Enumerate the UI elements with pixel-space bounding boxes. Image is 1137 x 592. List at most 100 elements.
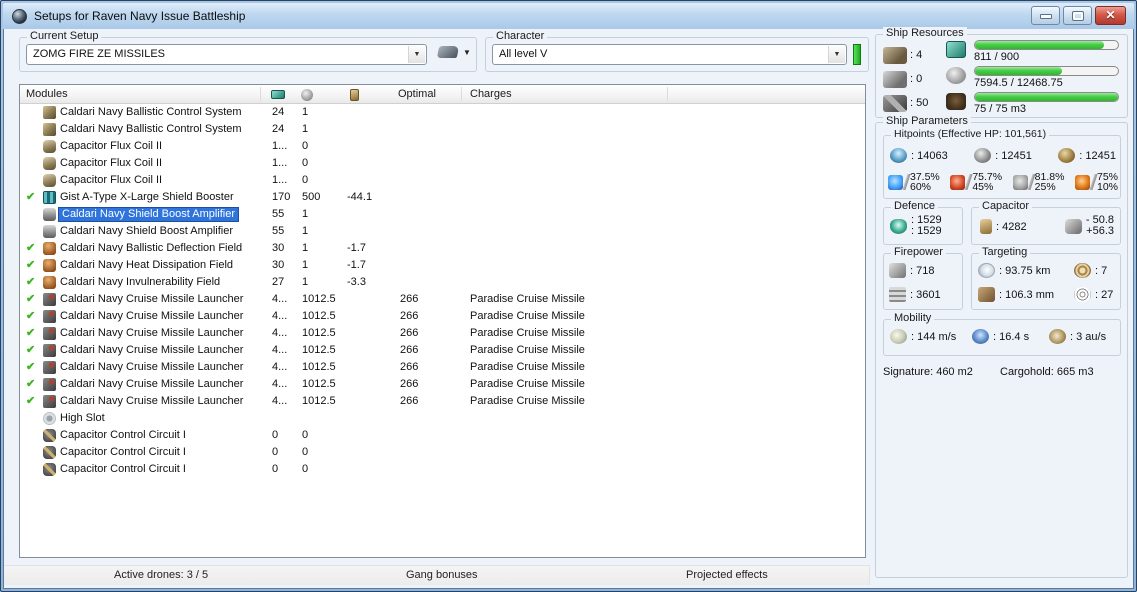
module-row[interactable]: ✔ Caldari Navy Cruise Missile Launcher 4..… <box>20 308 865 325</box>
module-row[interactable]: Capacitor Flux Coil II 1... 0 <box>20 155 865 172</box>
warp-speed-icon <box>1049 329 1066 344</box>
column-header-optimal[interactable]: Optimal <box>398 85 436 103</box>
close-icon: ✕ <box>1105 8 1116 22</box>
projected-effects-status[interactable]: Projected effects <box>686 569 768 581</box>
amplifier-module-icon <box>43 225 56 238</box>
module-row[interactable]: Capacitor Control Circuit I 0 0 <box>20 444 865 461</box>
modules-table[interactable]: Modules Optimal Charges Caldari Navy Bal… <box>19 84 866 558</box>
status-bar: Active drones: 3 / 5 Gang bonuses Projec… <box>4 565 870 585</box>
module-name: Caldari Navy Shield Boost Amplifier <box>58 207 240 222</box>
current-setup-label: Current Setup <box>27 30 102 42</box>
launcher-hardpoints-value: : 0 <box>910 73 923 85</box>
defence-shield-icon <box>890 218 907 234</box>
em-resist: 37.5% 60% <box>888 172 940 192</box>
cpu-icon[interactable] <box>271 90 285 99</box>
ship-resources-title: Ship Resources <box>883 27 967 39</box>
capacitor-recharge-icon <box>1064 218 1082 234</box>
column-divider[interactable] <box>667 87 668 101</box>
gang-bonuses-status[interactable]: Gang bonuses <box>406 569 478 581</box>
module-powergrid: 1 <box>302 225 309 237</box>
dronebay-bar-fill <box>975 93 1118 101</box>
launcher-module-icon <box>43 395 56 408</box>
column-header-modules[interactable]: Modules <box>26 85 68 103</box>
max-targets-icon <box>1074 263 1091 278</box>
launcher-module-icon <box>43 327 56 340</box>
warp-speed-value: : 3 au/s <box>1070 330 1107 343</box>
module-powergrid: 0 <box>302 140 309 152</box>
targeting-title: Targeting <box>979 246 1031 258</box>
hitpoints-title: Hitpoints (Effective HP: 101,561) <box>891 128 1050 140</box>
module-powergrid: 1012.5 <box>302 395 336 407</box>
module-name: Caldari Navy Shield Boost Amplifier <box>60 225 234 237</box>
ship-icon <box>436 46 460 58</box>
ship-menu-button[interactable]: ▼ <box>436 46 471 58</box>
column-divider[interactable] <box>260 87 261 101</box>
active-check-icon: ✔ <box>26 293 36 305</box>
active-check-icon: ✔ <box>26 310 36 322</box>
module-cpu: 0 <box>272 446 279 458</box>
modules-header[interactable]: Modules Optimal Charges <box>20 85 865 104</box>
defence-title: Defence <box>891 200 938 212</box>
fluxcoil-module-icon <box>43 140 56 153</box>
capacitor-icon[interactable] <box>350 89 359 101</box>
module-powergrid: 0 <box>302 157 309 169</box>
module-row[interactable]: High Slot <box>20 410 865 427</box>
structure-hp: : 12451 <box>1058 148 1116 163</box>
column-header-charges[interactable]: Charges <box>470 85 512 103</box>
module-powergrid: 1012.5 <box>302 361 336 373</box>
minimize-button[interactable] <box>1031 6 1060 25</box>
shield-icon <box>890 148 907 163</box>
chevron-down-icon[interactable]: ▼ <box>408 46 425 63</box>
module-row[interactable]: Capacitor Control Circuit I 0 0 <box>20 461 865 478</box>
missile-icon <box>889 287 906 302</box>
module-name: Caldari Navy Cruise Missile Launcher <box>60 327 244 339</box>
close-button[interactable]: ✕ <box>1095 6 1126 25</box>
launcher-hardpoints: : 0 <box>883 67 945 91</box>
module-row[interactable]: ✔ Caldari Navy Cruise Missile Launcher 4..… <box>20 342 865 359</box>
character-group: Character All level V ▼ <box>485 30 869 72</box>
targeting-group: Targeting : 93.75 km : 7 : 106.3 mm : 27 <box>971 246 1121 310</box>
module-row[interactable]: ✔ Caldari Navy Ballistic Deflection Field… <box>20 240 865 257</box>
module-row[interactable]: ✔ Caldari Navy Cruise Missile Launcher 4..… <box>20 359 865 376</box>
capacitor-icon <box>980 219 992 234</box>
module-row[interactable]: ✔ Caldari Navy Cruise Missile Launcher 4..… <box>20 376 865 393</box>
module-row[interactable]: Caldari Navy Ballistic Control System 24 1 <box>20 121 865 138</box>
turret-hardpoints-value: : 4 <box>910 49 923 61</box>
module-row[interactable]: Capacitor Flux Coil II 1... 0 <box>20 138 865 155</box>
module-name: Caldari Navy Heat Dissipation Field <box>60 259 234 271</box>
active-drones-status[interactable]: Active drones: 3 / 5 <box>114 569 208 581</box>
module-row[interactable]: Caldari Navy Shield Boost Amplifier 55 1 <box>20 223 865 240</box>
module-row[interactable]: ✔ Caldari Navy Heat Dissipation Field 30 1 -… <box>20 257 865 274</box>
titlebar[interactable]: Setups for Raven Navy Issue Battleship ✕ <box>3 3 1134 29</box>
character-select[interactable]: All level V ▼ <box>492 44 847 65</box>
module-row[interactable]: Capacitor Flux Coil II 1... 0 <box>20 172 865 189</box>
module-charge: Paradise Cruise Missile <box>470 378 585 390</box>
module-row[interactable]: ✔ Caldari Navy Cruise Missile Launcher 4..… <box>20 393 865 410</box>
turret-icon <box>889 263 906 278</box>
module-row[interactable]: Caldari Navy Shield Boost Amplifier 55 1 <box>20 206 865 223</box>
module-optimal: 266 <box>400 293 419 305</box>
module-name: Caldari Navy Cruise Missile Launcher <box>60 361 244 373</box>
current-setup-select[interactable]: ZOMG FIRE ZE MISSILES ▼ <box>26 44 427 65</box>
module-cpu: 4... <box>272 361 288 373</box>
defence-active-value: : 1529 <box>911 225 942 237</box>
module-row[interactable]: ✔ Caldari Navy Cruise Missile Launcher 4..… <box>20 291 865 308</box>
module-charge: Paradise Cruise Missile <box>470 310 585 322</box>
module-row[interactable]: ✔ Caldari Navy Invulnerability Field 27 1 -3… <box>20 274 865 291</box>
module-cpu: 4... <box>272 378 288 390</box>
module-row[interactable]: ✔ Gist A-Type X-Large Shield Booster 170 50… <box>20 189 865 206</box>
capacitor-amount-value: : 4282 <box>996 220 1027 233</box>
chevron-down-icon[interactable]: ▼ <box>828 46 845 63</box>
module-powergrid: 0 <box>302 429 309 441</box>
character-value: All level V <box>499 48 548 60</box>
module-name: Caldari Navy Cruise Missile Launcher <box>60 395 244 407</box>
maximize-button[interactable] <box>1063 6 1092 25</box>
module-row[interactable]: Capacitor Control Circuit I 0 0 <box>20 427 865 444</box>
powergrid-icon[interactable] <box>301 89 313 101</box>
cpu-bar <box>974 40 1119 50</box>
module-row[interactable]: ✔ Caldari Navy Cruise Missile Launcher 4..… <box>20 325 865 342</box>
capacitor-recharge-value: +56.3 <box>1086 225 1114 237</box>
module-row[interactable]: Caldari Navy Ballistic Control System 24 1 <box>20 104 865 121</box>
modules-rows: Caldari Navy Ballistic Control System 24 1… <box>20 104 865 557</box>
column-divider[interactable] <box>461 87 462 101</box>
